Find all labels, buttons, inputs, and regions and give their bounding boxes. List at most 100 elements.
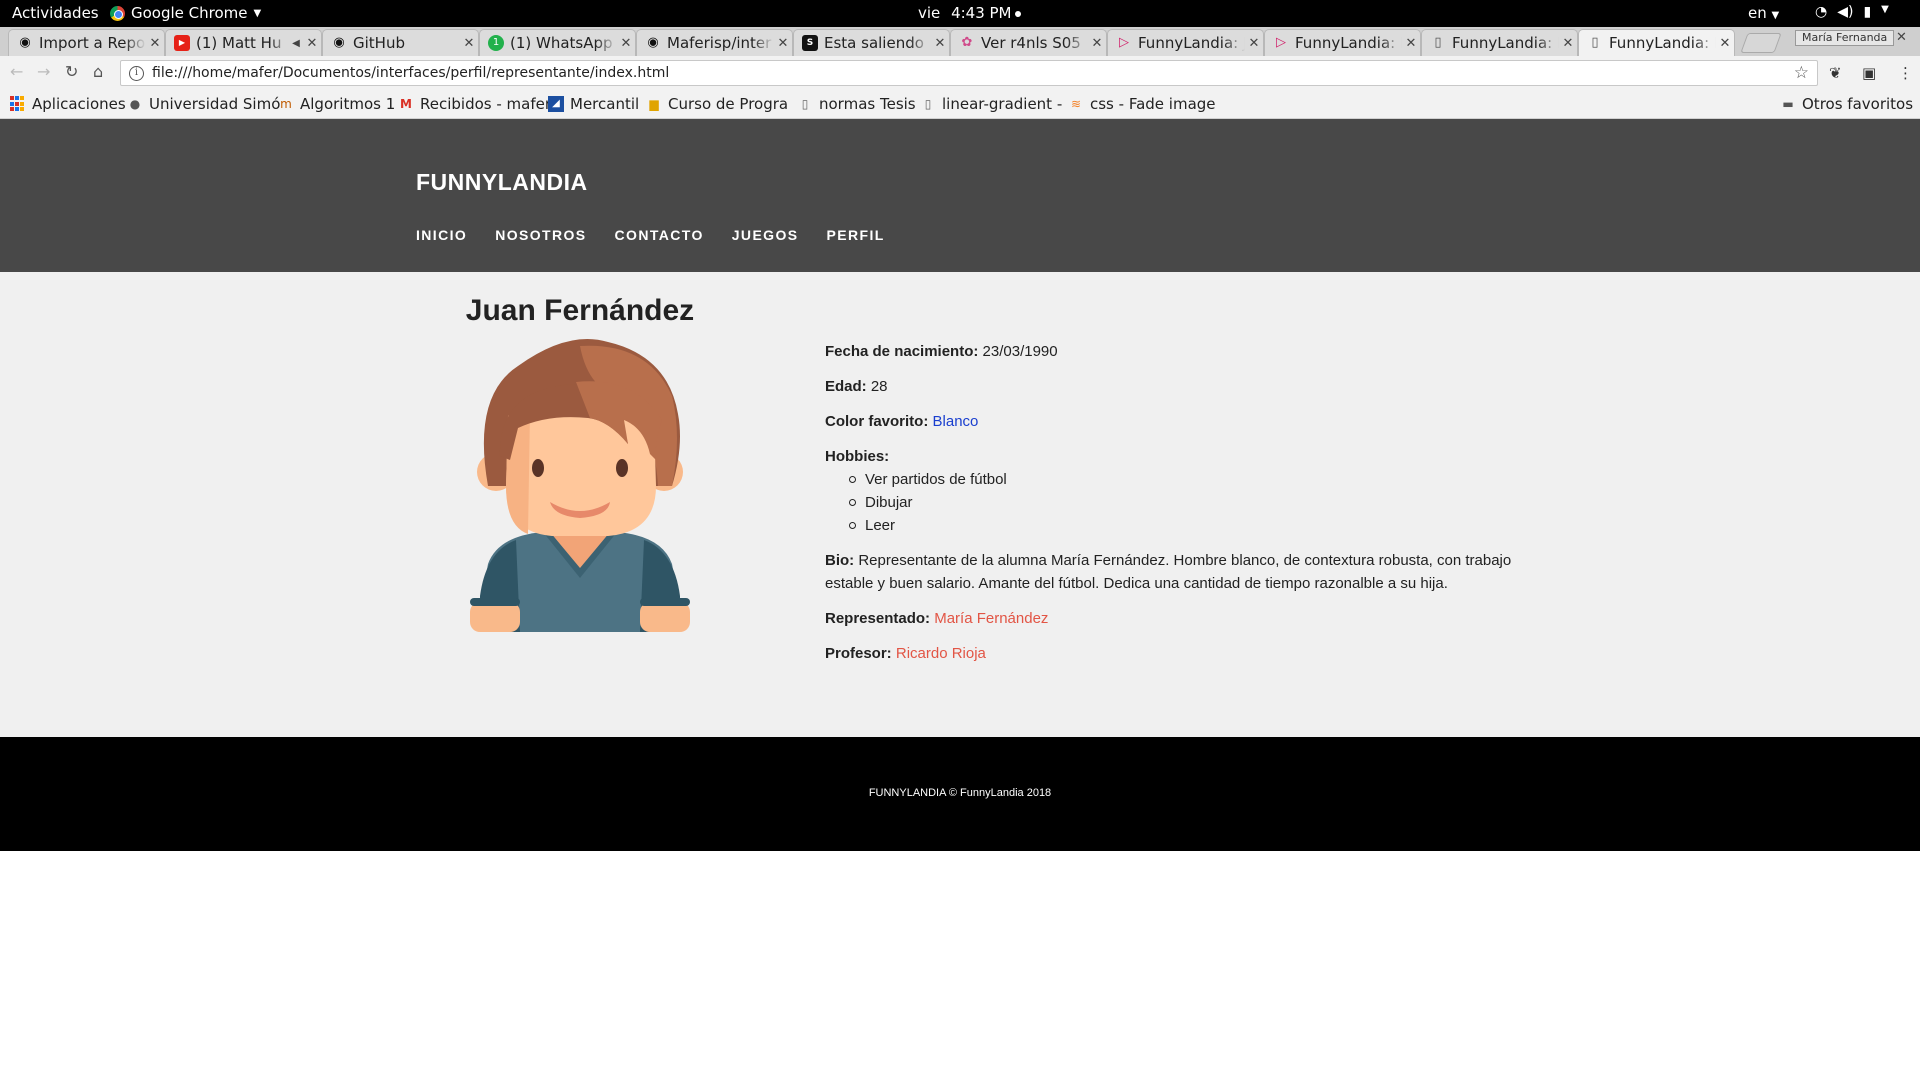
home-icon[interactable]: ⌂ [93,62,103,81]
extension-off-icon[interactable]: ▣ [1862,64,1876,82]
system-menu[interactable]: ◔ ◀) ▮ ▼ [1815,4,1889,20]
browser-tab[interactable]: ▷ FunnyLandia: I ✕ [1264,29,1421,56]
close-tab-icon[interactable]: ✕ [931,36,949,51]
browser-tab[interactable]: ◉ Import a Repo ✕ [8,29,165,56]
site-brand[interactable]: FUNNYLANDIA [416,169,588,196]
favorite-color-link[interactable]: Blanco [933,413,979,430]
document-icon: ▯ [801,97,809,111]
teacher-link[interactable]: Ricardo Rioja [896,645,986,662]
close-tab-icon[interactable]: ✕ [1088,36,1106,51]
birth-label: Fecha de nacimiento: [825,343,979,360]
activities-button[interactable]: Actividades [12,4,99,22]
browser-tab[interactable]: ◉ Maferisp/inter ✕ [636,29,793,56]
browser-tab-active[interactable]: ▯ FunnyLandia: I ✕ [1578,29,1735,56]
reload-icon[interactable]: ↻ [65,62,78,81]
browser-tab[interactable]: 1 (1) WhatsApp ✕ [479,29,636,56]
hobby-item: Leer [849,514,1525,537]
document-icon: ▯ [1434,35,1442,50]
close-tab-icon[interactable]: ✕ [303,36,321,51]
profile-button[interactable]: María Fernanda [1795,30,1895,46]
tab-label: (1) Matt Hu [196,34,282,52]
age-row: Edad: 28 [825,375,1525,398]
browser-tab[interactable]: S Esta saliendo ✕ [793,29,950,56]
bookmark-label: Curso de Progra [668,95,789,113]
bookmark-item[interactable]: ◢ Mercantil [548,95,639,113]
clock[interactable]: vie 4:43 PM [918,4,1021,22]
bookmark-star-icon[interactable]: ☆ [1794,63,1809,83]
address-bar[interactable]: i file:///home/mafer/Documentos/interfac… [120,60,1818,86]
tab-strip: ◉ Import a Repo ✕ ▶ (1) Matt Hu ◀ ✕ ◉ Gi… [0,27,1920,56]
forward-arrow-icon[interactable]: → [37,62,50,81]
footer-copyright: FUNNYLANDIA © FunnyLandia 2018 [868,787,1052,799]
nav-perfil[interactable]: PERFIL [827,227,885,243]
battery-icon: ▮ [1863,4,1872,20]
r4nls-icon: ✿ [961,35,973,50]
nav-juegos[interactable]: JUEGOS [732,227,799,243]
mute-icon[interactable]: ◀ [289,38,303,49]
nav-contacto[interactable]: CONTACTO [615,227,704,243]
bookmark-item[interactable]: ▯ linear-gradient - [920,95,1063,113]
hobbies-label: Hobbies: [825,448,890,465]
represented-label: Representado: [825,610,931,627]
caret-down-icon: ▼ [253,7,262,19]
browser-tab[interactable]: ▶ (1) Matt Hu ◀ ✕ [165,29,322,56]
browser-tab[interactable]: ✿ Ver r4nls S05 ✕ [950,29,1107,56]
represented-link[interactable]: María Fernández [934,610,1048,627]
tab-label: Esta saliendo [824,34,924,52]
profile-details: Fecha de nacimiento: 23/03/1990 Edad: 28… [825,340,1525,677]
bookmark-apps[interactable]: Aplicaciones [10,95,126,113]
browser-tab[interactable]: ▷ FunnyLandia: J ✕ [1107,29,1264,56]
browser-tab[interactable]: ◉ GitHub ✕ [322,29,479,56]
bookmark-item[interactable]: ≋ css - Fade image [1068,95,1216,113]
bookmark-item[interactable]: ● Universidad Simó [127,95,281,113]
bookmark-item[interactable]: M Recibidos - mafer [398,95,551,113]
close-tab-icon[interactable]: ✕ [460,36,478,51]
clock-time: 4:43 PM [951,4,1012,22]
close-tab-icon[interactable]: ✕ [1245,36,1263,51]
other-bookmarks-folder[interactable]: ▬ Otros favoritos [1780,95,1913,113]
profile-section: Juan Fernández Fecha de nacimiento: 23/0… [0,272,1920,737]
volume-icon: ◀) [1837,4,1854,20]
clock-day: vie [918,4,941,22]
gmail-icon: M [400,97,412,111]
bookmark-label: css - Fade image [1090,95,1216,113]
info-icon[interactable]: i [129,65,144,81]
nav-inicio[interactable]: INICIO [416,227,467,243]
browser-tab[interactable]: ▯ FunnyLandia: I ✕ [1421,29,1578,56]
close-tab-icon[interactable]: ✕ [617,36,635,51]
hobbies-list: Ver partidos de fútbol Dibujar Leer [849,468,1525,537]
tab-label: Import a Repo [39,34,146,52]
caret-down-icon: ▼ [1771,10,1780,21]
close-tab-icon[interactable]: ✕ [146,36,164,51]
bookmarks-bar: Aplicaciones ● Universidad Simó m Algori… [0,90,1920,119]
close-tab-icon[interactable]: ✕ [774,36,792,51]
birth-value: 23/03/1990 [982,343,1058,360]
url-text[interactable]: file:///home/mafer/Documentos/interfaces… [152,65,669,81]
github-icon: ◉ [19,35,31,50]
menu-kebab-icon[interactable]: ⋮ [1898,64,1913,82]
site-header: FUNNYLANDIA INICIO NOSOTROS CONTACTO JUE… [0,119,1920,272]
whatsapp-icon: 1 [488,35,504,51]
folder-icon: ▬ [1782,97,1794,111]
back-arrow-icon[interactable]: ← [10,62,23,81]
extension-icon[interactable]: ❦ [1829,64,1842,82]
app-menu[interactable]: Google Chrome ▼ [110,4,261,22]
bookmark-item[interactable]: ▆ Curso de Progra [646,95,788,113]
bookmark-item[interactable]: ▯ normas Tesis [797,95,916,113]
bookmark-item[interactable]: m Algoritmos 1 [278,95,395,113]
new-tab-button[interactable] [1740,33,1782,53]
nav-nosotros[interactable]: NOSOTROS [495,227,586,243]
close-tab-icon[interactable]: ✕ [1716,36,1734,51]
close-tab-icon[interactable]: ✕ [1402,36,1420,51]
bookmark-label: Algoritmos 1 [300,95,396,113]
stackoverflow-icon: ≋ [1070,97,1082,111]
funnylandia-icon: ▷ [1276,35,1286,50]
github-icon: ◉ [333,35,345,50]
algoritmos-icon: m [280,97,292,111]
language-indicator[interactable]: en ▼ [1748,4,1779,22]
window-close-icon[interactable]: ✕ [1896,30,1907,45]
mercantil-icon: ◢ [548,96,564,112]
tab-label: (1) WhatsApp [510,34,613,52]
wifi-icon: ◔ [1815,4,1828,20]
close-tab-icon[interactable]: ✕ [1559,36,1577,51]
